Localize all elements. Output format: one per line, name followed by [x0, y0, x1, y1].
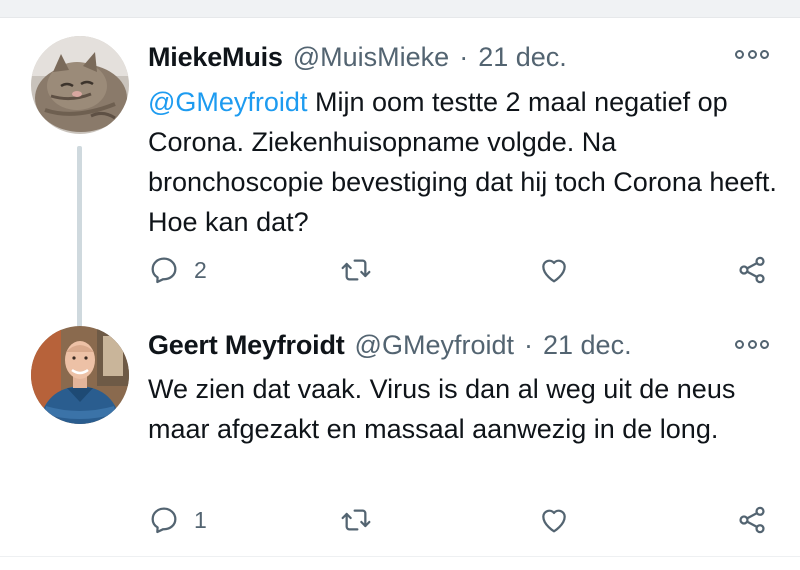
thread-connector-line	[77, 146, 82, 328]
cat-avatar-image	[31, 36, 129, 134]
retweet-button[interactable]	[340, 250, 372, 290]
retweet-icon	[341, 509, 371, 531]
share-icon	[739, 256, 765, 284]
profile-photo-image	[31, 326, 129, 424]
tweet-header: MiekeMuis @MuisMieke · 21 dec.	[148, 42, 567, 73]
retweet-icon	[341, 259, 371, 281]
retweet-button[interactable]	[340, 500, 372, 540]
like-icon	[542, 509, 566, 533]
share-icon	[739, 506, 765, 534]
reply-count: 2	[194, 256, 207, 283]
avatar-muismieke[interactable]	[31, 36, 129, 134]
tweet-date[interactable]: 21 dec.	[543, 330, 632, 361]
display-name[interactable]: Geert Meyfroidt	[148, 330, 345, 361]
tweet-muismieke[interactable]: MiekeMuis @MuisMieke · 21 dec. @GMeyfroi…	[0, 18, 800, 328]
tweet-actions: 1	[148, 500, 773, 540]
tweet-actions: 2	[148, 250, 773, 290]
reply-count: 1	[194, 506, 207, 533]
reply-button[interactable]: 2	[148, 250, 207, 290]
top-bar	[0, 0, 800, 18]
like-icon	[542, 259, 566, 283]
bottom-divider	[0, 556, 800, 557]
separator-dot: ·	[524, 330, 533, 360]
user-handle[interactable]: @MuisMieke	[293, 42, 449, 73]
like-button[interactable]	[538, 250, 570, 290]
tweet-date[interactable]: 21 dec.	[478, 42, 567, 73]
tweet-header: Geert Meyfroidt @GMeyfroidt · 21 dec.	[148, 330, 632, 361]
user-handle[interactable]: @GMeyfroidt	[355, 330, 514, 361]
display-name[interactable]: MiekeMuis	[148, 42, 283, 73]
reply-button[interactable]: 1	[148, 500, 207, 540]
like-button[interactable]	[538, 500, 570, 540]
tweet-text: We zien dat vaak. Virus is dan al weg ui…	[148, 374, 736, 444]
tweet-gmeyfroidt[interactable]: Geert Meyfroidt @GMeyfroidt · 21 dec. We…	[0, 308, 800, 558]
mention-link[interactable]: @GMeyfroidt	[148, 87, 307, 117]
share-button[interactable]	[736, 500, 768, 540]
avatar-gmeyfroidt[interactable]	[31, 326, 129, 424]
more-options-icon[interactable]	[735, 336, 769, 352]
tweet-text: @GMeyfroidt Mijn oom testte 2 maal negat…	[148, 82, 783, 242]
separator-dot: ·	[459, 42, 469, 72]
reply-icon	[151, 507, 177, 534]
share-button[interactable]	[736, 250, 768, 290]
more-options-icon[interactable]	[735, 46, 769, 62]
reply-icon	[151, 257, 177, 284]
